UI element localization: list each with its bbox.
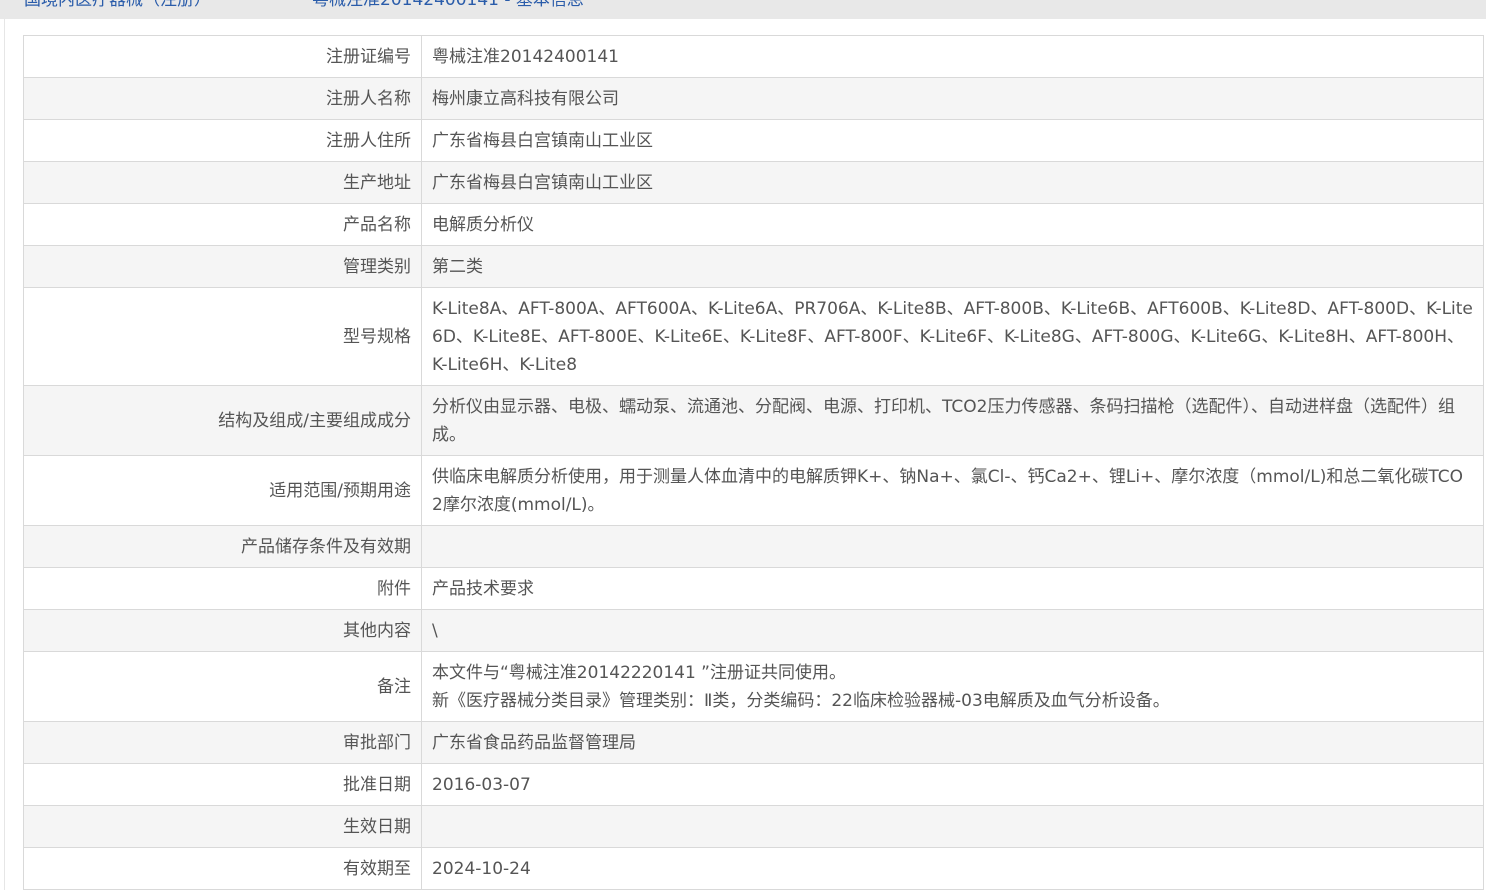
breadcrumb: 国境内医疗器械（注册） 粤械注准20142400141 - 基本信息	[0, 0, 1486, 19]
field-label: 审批部门	[23, 721, 422, 764]
field-label: 注册人名称	[23, 77, 422, 120]
table-row: 结构及组成/主要组成成分 分析仪由显示器、电极、蠕动泵、流通池、分配阀、电源、打印…	[23, 385, 1484, 456]
field-value: \	[421, 609, 1484, 652]
field-value: 产品技术要求	[421, 567, 1484, 610]
registration-detail-page: 国境内医疗器械（注册） 粤械注准20142400141 - 基本信息 注册证编号…	[0, 0, 1486, 890]
field-value: 第二类	[421, 245, 1484, 288]
field-value: 电解质分析仪	[421, 203, 1484, 246]
table-row: 有效期至 2024-10-24	[23, 847, 1484, 890]
field-label: 生效日期	[23, 805, 422, 848]
field-value: 粤械注准20142400141	[421, 35, 1484, 78]
field-label: 备注	[23, 651, 422, 722]
field-value: 梅州康立高科技有限公司	[421, 77, 1484, 120]
table-row: 其他内容 \	[23, 609, 1484, 652]
table-row: 注册人名称 梅州康立高科技有限公司	[23, 77, 1484, 120]
field-value: 2024-10-24	[421, 847, 1484, 890]
field-value: 本文件与“粤械注准20142220141 ”注册证共同使用。新《医疗器械分类目录…	[421, 651, 1484, 722]
field-value: 广东省梅县白宫镇南山工业区	[421, 161, 1484, 204]
field-value	[421, 525, 1484, 568]
field-label: 产品储存条件及有效期	[23, 525, 422, 568]
field-value: 2016-03-07	[421, 763, 1484, 806]
field-label: 批准日期	[23, 763, 422, 806]
field-value	[421, 805, 1484, 848]
field-value-line: 新《医疗器械分类目录》管理类别：Ⅱ类，分类编码：22临床检验器械-03电解质及血…	[432, 690, 1170, 711]
table-row: 生产地址 广东省梅县白宫镇南山工业区	[23, 161, 1484, 204]
table-row: 产品名称 电解质分析仪	[23, 203, 1484, 246]
registration-detail-table: 注册证编号 粤械注准20142400141 注册人名称 梅州康立高科技有限公司 注册人住…	[23, 35, 1484, 890]
table-row: 注册证编号 粤械注准20142400141	[23, 35, 1484, 78]
field-value: 广东省梅县白宫镇南山工业区	[421, 119, 1484, 162]
table-row: 附件 产品技术要求	[23, 567, 1484, 610]
field-value: 供临床电解质分析使用，用于测量人体血清中的电解质钾K+、钠Na+、氯Cl-、钙C…	[421, 455, 1484, 526]
table-row: 审批部门 广东省食品药品监督管理局	[23, 721, 1484, 764]
table-row: 生效日期	[23, 805, 1484, 848]
field-label: 结构及组成/主要组成成分	[23, 385, 422, 456]
field-label: 生产地址	[23, 161, 422, 204]
table-row: 注册人住所 广东省梅县白宫镇南山工业区	[23, 119, 1484, 162]
field-label: 有效期至	[23, 847, 422, 890]
table-row: 型号规格 K-Lite8A、AFT-800A、AFT600A、K-Lite6A、P…	[23, 287, 1484, 386]
field-value: 广东省食品药品监督管理局	[421, 721, 1484, 764]
table-row: 管理类别 第二类	[23, 245, 1484, 288]
field-label: 管理类别	[23, 245, 422, 288]
field-value: K-Lite8A、AFT-800A、AFT600A、K-Lite6A、PR706…	[421, 287, 1484, 386]
field-label: 注册证编号	[23, 35, 422, 78]
field-label: 其他内容	[23, 609, 422, 652]
field-label: 注册人住所	[23, 119, 422, 162]
breadcrumb-category-link[interactable]: 国境内医疗器械（注册）	[24, 0, 211, 12]
table-row: 批准日期 2016-03-07	[23, 763, 1484, 806]
field-value-line: 本文件与“粤械注准20142220141 ”注册证共同使用。	[432, 662, 846, 683]
table-row: 产品储存条件及有效期	[23, 525, 1484, 568]
field-label: 附件	[23, 567, 422, 610]
field-value: 分析仪由显示器、电极、蠕动泵、流通池、分配阀、电源、打印机、TCO2压力传感器、…	[421, 385, 1484, 456]
table-row: 备注 本文件与“粤械注准20142220141 ”注册证共同使用。新《医疗器械分类…	[23, 651, 1484, 722]
field-label: 产品名称	[23, 203, 422, 246]
field-label: 适用范围/预期用途	[23, 455, 422, 526]
breadcrumb-current: 粤械注准20142400141 - 基本信息	[312, 0, 584, 10]
field-label: 型号规格	[23, 287, 422, 386]
table-row: 适用范围/预期用途 供临床电解质分析使用，用于测量人体血清中的电解质钾K+、钠Na…	[23, 455, 1484, 526]
detail-table-body: 注册证编号 粤械注准20142400141 注册人名称 梅州康立高科技有限公司 注册人住…	[23, 35, 1484, 890]
